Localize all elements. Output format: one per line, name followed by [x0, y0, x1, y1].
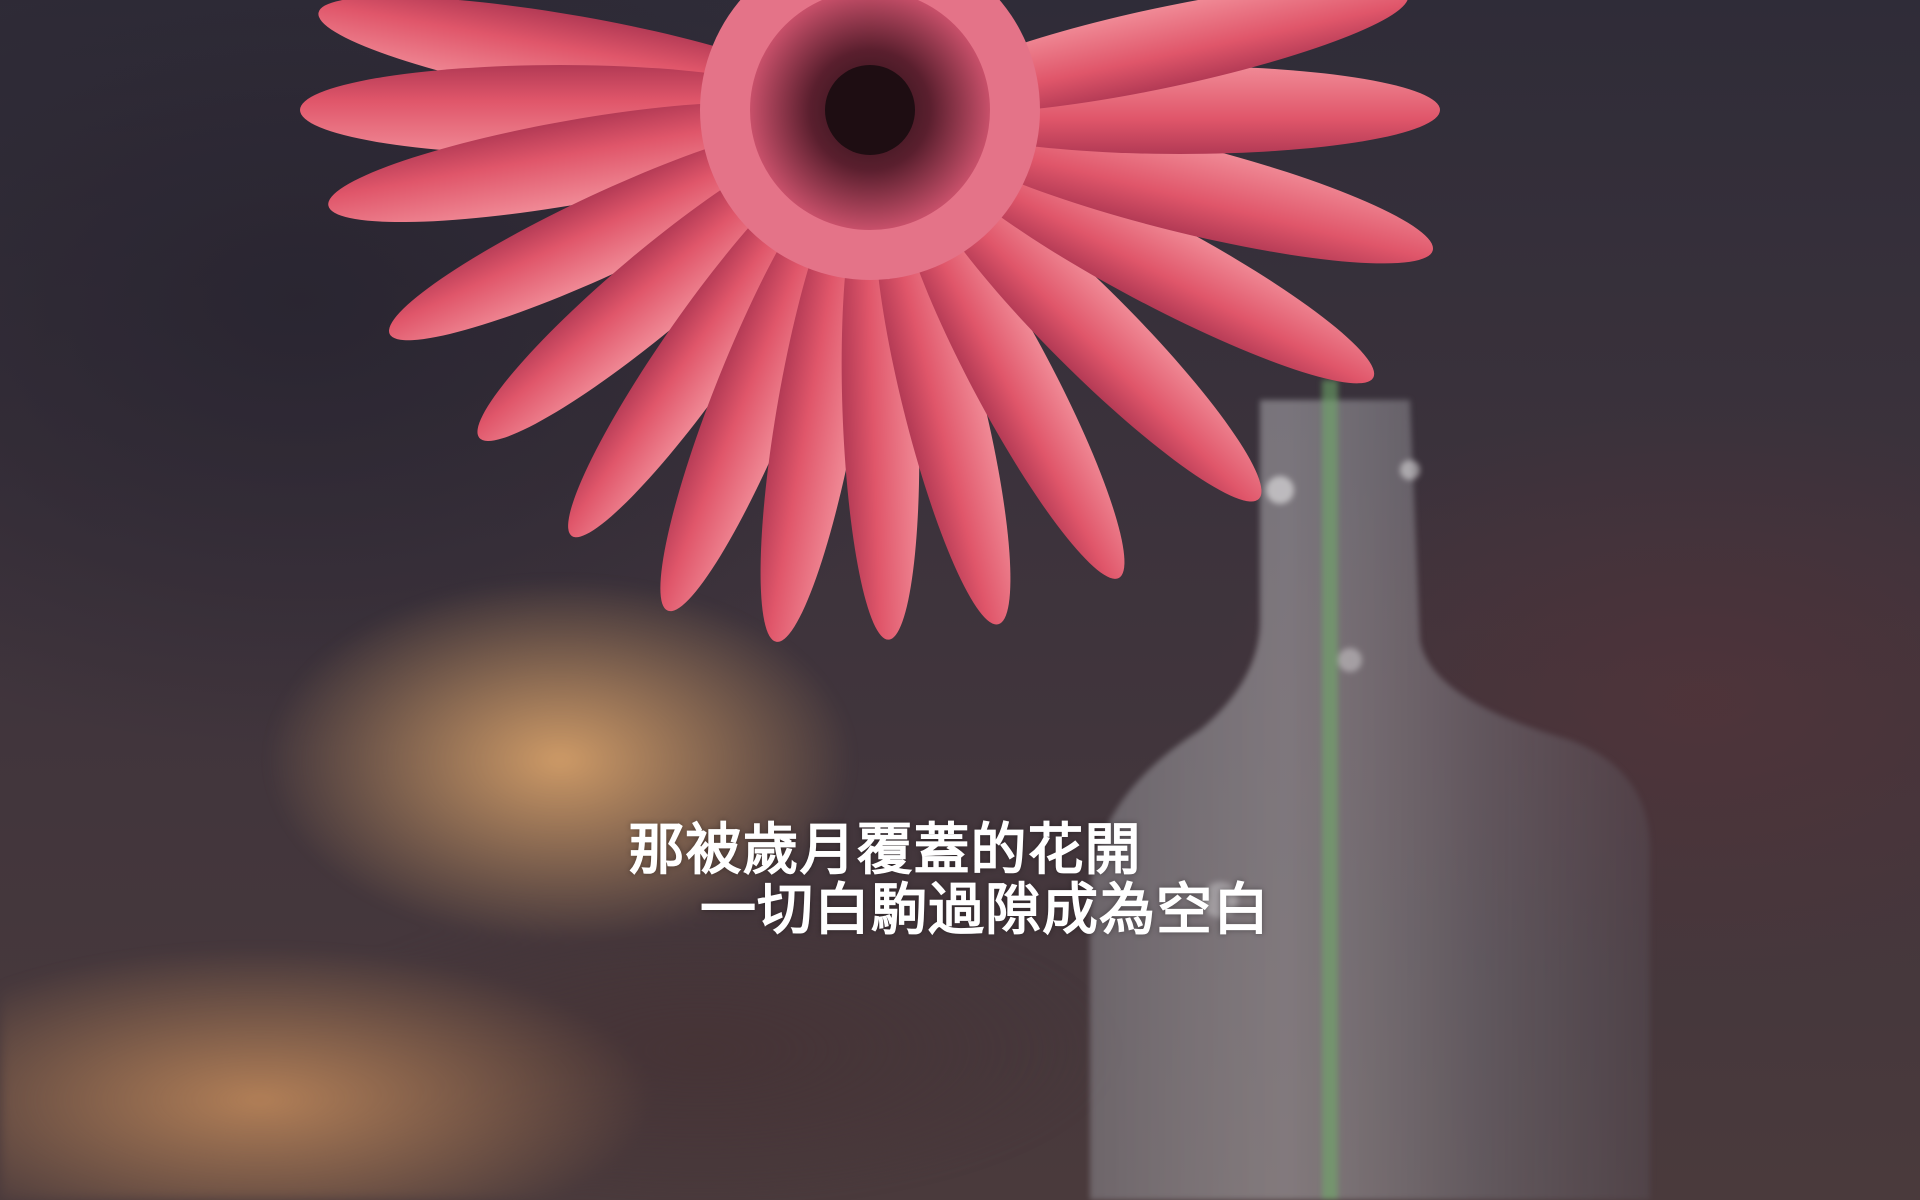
photo-scene: 那被歲月覆蓋的花開 一切白駒過隙成為空白 [0, 0, 1920, 1200]
red-gerbera-flower [300, 0, 1440, 642]
poem-line-2: 一切白駒過隙成為空白 [700, 877, 1270, 943]
poem-caption: 那被歲月覆蓋的花開 一切白駒過隙成為空白 [0, 820, 1920, 940]
poem-line-1: 那被歲月覆蓋的花開 [628, 817, 1142, 883]
